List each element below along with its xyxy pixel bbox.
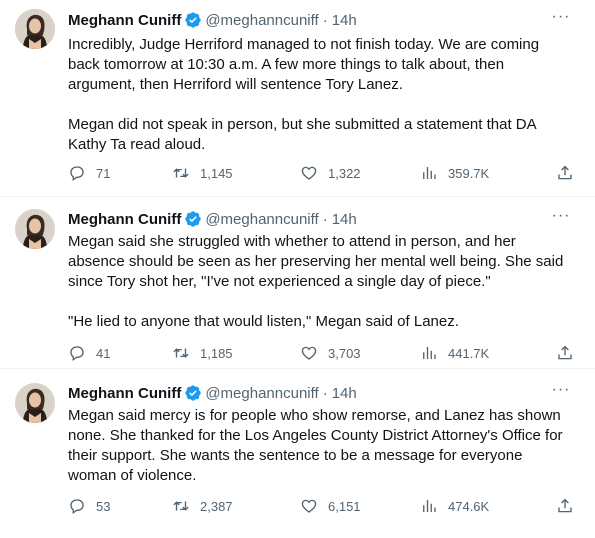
views-button[interactable]: 474.6K [420,497,489,515]
author-name[interactable]: Meghann Cuniff [68,211,181,228]
avatar[interactable] [15,9,55,49]
retweet-count: 2,387 [200,498,233,514]
verified-badge-icon [185,385,202,401]
tweet-actions: 53 2,387 6,151 474.6K [68,497,580,517]
tweet-header: Meghann Cuniff @meghanncuniff · 14h [68,209,579,229]
tweet-text: Megan said mercy is for people who show … [68,407,567,484]
tweet-text: Incredibly, Judge Herriford managed to n… [68,36,540,153]
author-handle[interactable]: @meghanncuniff [205,385,318,402]
separator-dot: · [322,11,328,29]
retweet-icon [173,168,189,178]
reply-icon [70,346,84,362]
view-count: 359.7K [448,165,490,181]
retweet-button[interactable]: 1,185 [172,344,233,362]
views-button[interactable]: 359.7K [420,164,489,182]
tweet-header: Meghann Cuniff @meghanncuniff · 14h [68,383,579,403]
view-count: 441.7K [448,345,490,361]
tweet-header: Meghann Cuniff @meghanncuniff · 14h [68,10,579,30]
author-name[interactable]: Meghann Cuniff [68,12,181,29]
reply-button[interactable]: 53 [68,497,110,515]
reply-icon [70,499,84,515]
view-count: 474.6K [448,498,490,514]
author-handle[interactable]: @meghanncuniff [205,12,318,29]
views-icon [423,167,436,179]
tweet[interactable]: Meghann Cuniff @meghanncuniff · 14h ··· … [0,368,595,538]
reply-count: 41 [96,345,111,361]
tweet[interactable]: Meghann Cuniff @meghanncuniff · 14h ··· … [0,0,595,196]
tweet-thread: Meghann Cuniff @meghanncuniff · 14h ··· … [0,0,595,538]
verified-badge-icon [185,12,202,28]
like-count: 6,151 [328,498,361,514]
retweet-count: 1,145 [200,165,233,181]
reply-count: 53 [96,498,111,514]
share-icon [558,165,572,180]
views-button[interactable]: 441.7K [420,344,489,362]
verified-badge-icon [185,211,202,227]
like-count: 1,322 [328,165,361,181]
reply-icon [70,166,84,182]
reply-button[interactable]: 41 [68,344,110,362]
share-button[interactable] [556,497,574,515]
like-count: 3,703 [328,345,361,361]
retweet-count: 1,185 [200,345,233,361]
heart-icon [301,346,317,360]
separator-dot: · [322,210,328,228]
views-icon [423,347,436,359]
retweet-button[interactable]: 1,145 [172,164,233,182]
timestamp[interactable]: 14h [332,12,357,29]
avatar[interactable] [15,209,55,249]
retweet-icon [173,348,189,358]
separator-dot: · [322,384,328,402]
reply-count: 71 [96,165,111,181]
tweet-actions: 41 1,185 3,703 441.7K [68,344,580,364]
views-icon [423,500,436,512]
reply-button[interactable]: 71 [68,164,110,182]
share-button[interactable] [556,344,574,362]
author-handle[interactable]: @meghanncuniff [205,211,318,228]
share-button[interactable] [556,164,574,182]
tweet-text: Megan said she struggled with whether to… [68,233,564,330]
share-icon [558,345,572,360]
tweet-actions: 71 1,145 1,322 359.7K [68,164,580,184]
heart-icon [301,499,317,513]
tweet[interactable]: Meghann Cuniff @meghanncuniff · 14h ··· … [0,196,595,368]
share-icon [558,498,572,513]
retweet-button[interactable]: 2,387 [172,497,233,515]
like-button[interactable]: 3,703 [300,344,361,362]
more-options-icon[interactable]: ··· [551,9,571,30]
like-button[interactable]: 6,151 [300,497,361,515]
timestamp[interactable]: 14h [332,211,357,228]
more-options-icon[interactable]: ··· [551,382,571,403]
avatar[interactable] [15,383,55,423]
more-options-icon[interactable]: ··· [551,208,571,229]
like-button[interactable]: 1,322 [300,164,361,182]
author-name[interactable]: Meghann Cuniff [68,385,181,402]
timestamp[interactable]: 14h [332,385,357,402]
retweet-icon [173,501,189,511]
heart-icon [301,166,317,180]
